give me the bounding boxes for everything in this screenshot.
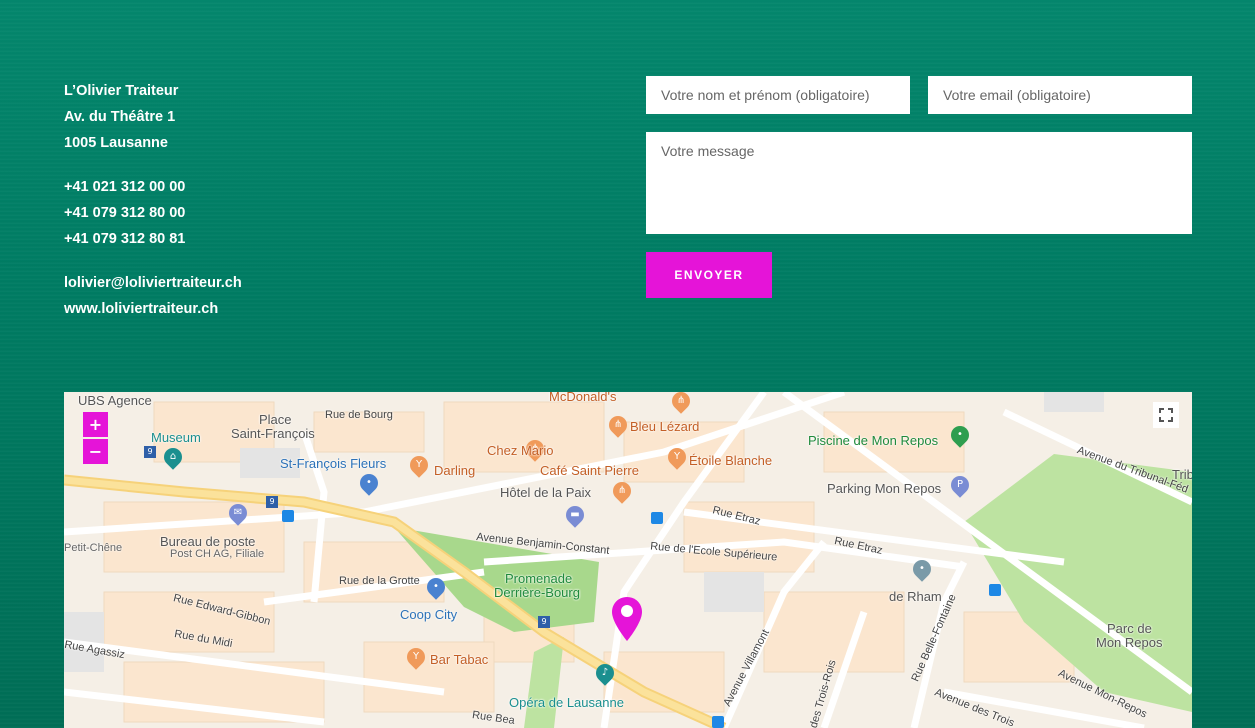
- map-label: Étoile Blanche: [689, 453, 773, 468]
- web-block: lolivier@loliviertraiteur.ch www.lolivie…: [64, 270, 464, 322]
- map-label: McDonald's: [549, 392, 617, 404]
- email-input[interactable]: [928, 76, 1192, 114]
- map-label: Bureau de poste: [160, 534, 256, 549]
- shopping-bag-icon[interactable]: •: [356, 470, 382, 496]
- fullscreen-icon: [1159, 408, 1173, 422]
- tram-stop-icon[interactable]: [989, 584, 1001, 596]
- map-label: Coop City: [400, 607, 458, 622]
- map-label: Museum: [151, 430, 201, 445]
- phone-3[interactable]: +41 079 312 80 81: [64, 226, 464, 252]
- metro-badge: 9: [144, 446, 156, 458]
- bar-icon[interactable]: Y: [664, 444, 690, 470]
- send-button[interactable]: ENVOYER: [646, 252, 772, 298]
- form-row: [646, 76, 1192, 114]
- bar-icon[interactable]: Y: [406, 452, 432, 478]
- street-label: Rue de la Grotte: [339, 575, 420, 587]
- restaurant-icon[interactable]: ⋔: [605, 412, 631, 438]
- map-label: Café Saint Pierre: [540, 463, 639, 478]
- fullscreen-button[interactable]: [1153, 402, 1179, 428]
- address-block: L’Olivier Traiteur Av. du Théâtre 1 1005…: [64, 78, 464, 156]
- restaurant-icon[interactable]: ⋔: [609, 478, 635, 504]
- map-label: Parking Mon Repos: [827, 481, 942, 496]
- city-address: 1005 Lausanne: [64, 135, 168, 151]
- map-label: Post CH AG, Filiale: [170, 548, 265, 560]
- place-icon[interactable]: •: [909, 556, 935, 582]
- tram-stop-icon[interactable]: [712, 716, 724, 728]
- cart-icon[interactable]: •: [423, 574, 449, 600]
- website-link[interactable]: www.loliviertraiteur.ch: [64, 296, 464, 322]
- map-streets: [64, 392, 1192, 728]
- tram-stop-icon[interactable]: [282, 510, 294, 522]
- phone-block: +41 021 312 00 00 +41 079 312 80 00 +41 …: [64, 174, 464, 252]
- map-label: Piscine de Mon Repos: [808, 433, 939, 448]
- map-label: Petit-Chêne: [64, 542, 123, 554]
- map-label: Parc de: [1107, 621, 1152, 636]
- name-input[interactable]: [646, 76, 910, 114]
- contact-info: L’Olivier Traiteur Av. du Théâtre 1 1005…: [64, 78, 464, 340]
- map-label: Bar Tabac: [430, 652, 489, 667]
- map-label: UBS Agence: [78, 393, 152, 408]
- zoom-out-button[interactable]: −: [83, 439, 108, 464]
- bar-icon[interactable]: Y: [403, 644, 429, 670]
- location-marker-icon[interactable]: [611, 596, 643, 642]
- parking-icon[interactable]: P: [947, 472, 973, 498]
- music-icon[interactable]: ♪: [592, 660, 618, 686]
- phone-1[interactable]: +41 021 312 00 00: [64, 174, 464, 200]
- zoom-controls: + −: [83, 412, 108, 464]
- map-label: Hôtel de la Paix: [500, 485, 592, 500]
- map-label: Promenade: [505, 571, 573, 586]
- street-label: Rue de Bourg: [325, 409, 393, 421]
- email-link[interactable]: lolivier@loliviertraiteur.ch: [64, 270, 464, 296]
- map-label: Derrière-Bourg: [494, 585, 580, 600]
- hotel-icon[interactable]: ▬: [562, 502, 588, 528]
- map-label: Darling: [434, 463, 476, 478]
- metro-badge: 9: [266, 496, 278, 508]
- company-name: L’Olivier Traiteur: [64, 83, 179, 99]
- metro-badge: 9: [538, 616, 550, 628]
- map-label: St-François Fleurs: [280, 456, 387, 471]
- tram-stop-icon[interactable]: [651, 512, 663, 524]
- zoom-in-button[interactable]: +: [83, 412, 108, 437]
- map-label: Bleu Lézard: [630, 419, 700, 434]
- map-label: Opéra de Lausanne: [509, 695, 624, 710]
- map-label: Mon Repos: [1096, 635, 1163, 650]
- street-address: Av. du Théâtre 1: [64, 109, 176, 125]
- museum-icon[interactable]: ⌂: [160, 444, 186, 470]
- pool-icon[interactable]: •: [947, 422, 973, 448]
- mail-icon[interactable]: ✉: [225, 500, 251, 526]
- map[interactable]: + − ⌂ • ✉ • ⋔ Y ⋔ Y ⋔ ▬ ⋔ Y ♪ • P • 9 9 …: [64, 392, 1192, 728]
- map-label: de Rham: [889, 589, 942, 604]
- map-label: Chez Mario: [487, 443, 554, 458]
- phone-2[interactable]: +41 079 312 80 00: [64, 200, 464, 226]
- map-label: Saint-François: [231, 426, 315, 441]
- map-label: Place: [259, 412, 292, 427]
- message-input[interactable]: [646, 132, 1192, 234]
- contact-form: ENVOYER: [646, 76, 1192, 298]
